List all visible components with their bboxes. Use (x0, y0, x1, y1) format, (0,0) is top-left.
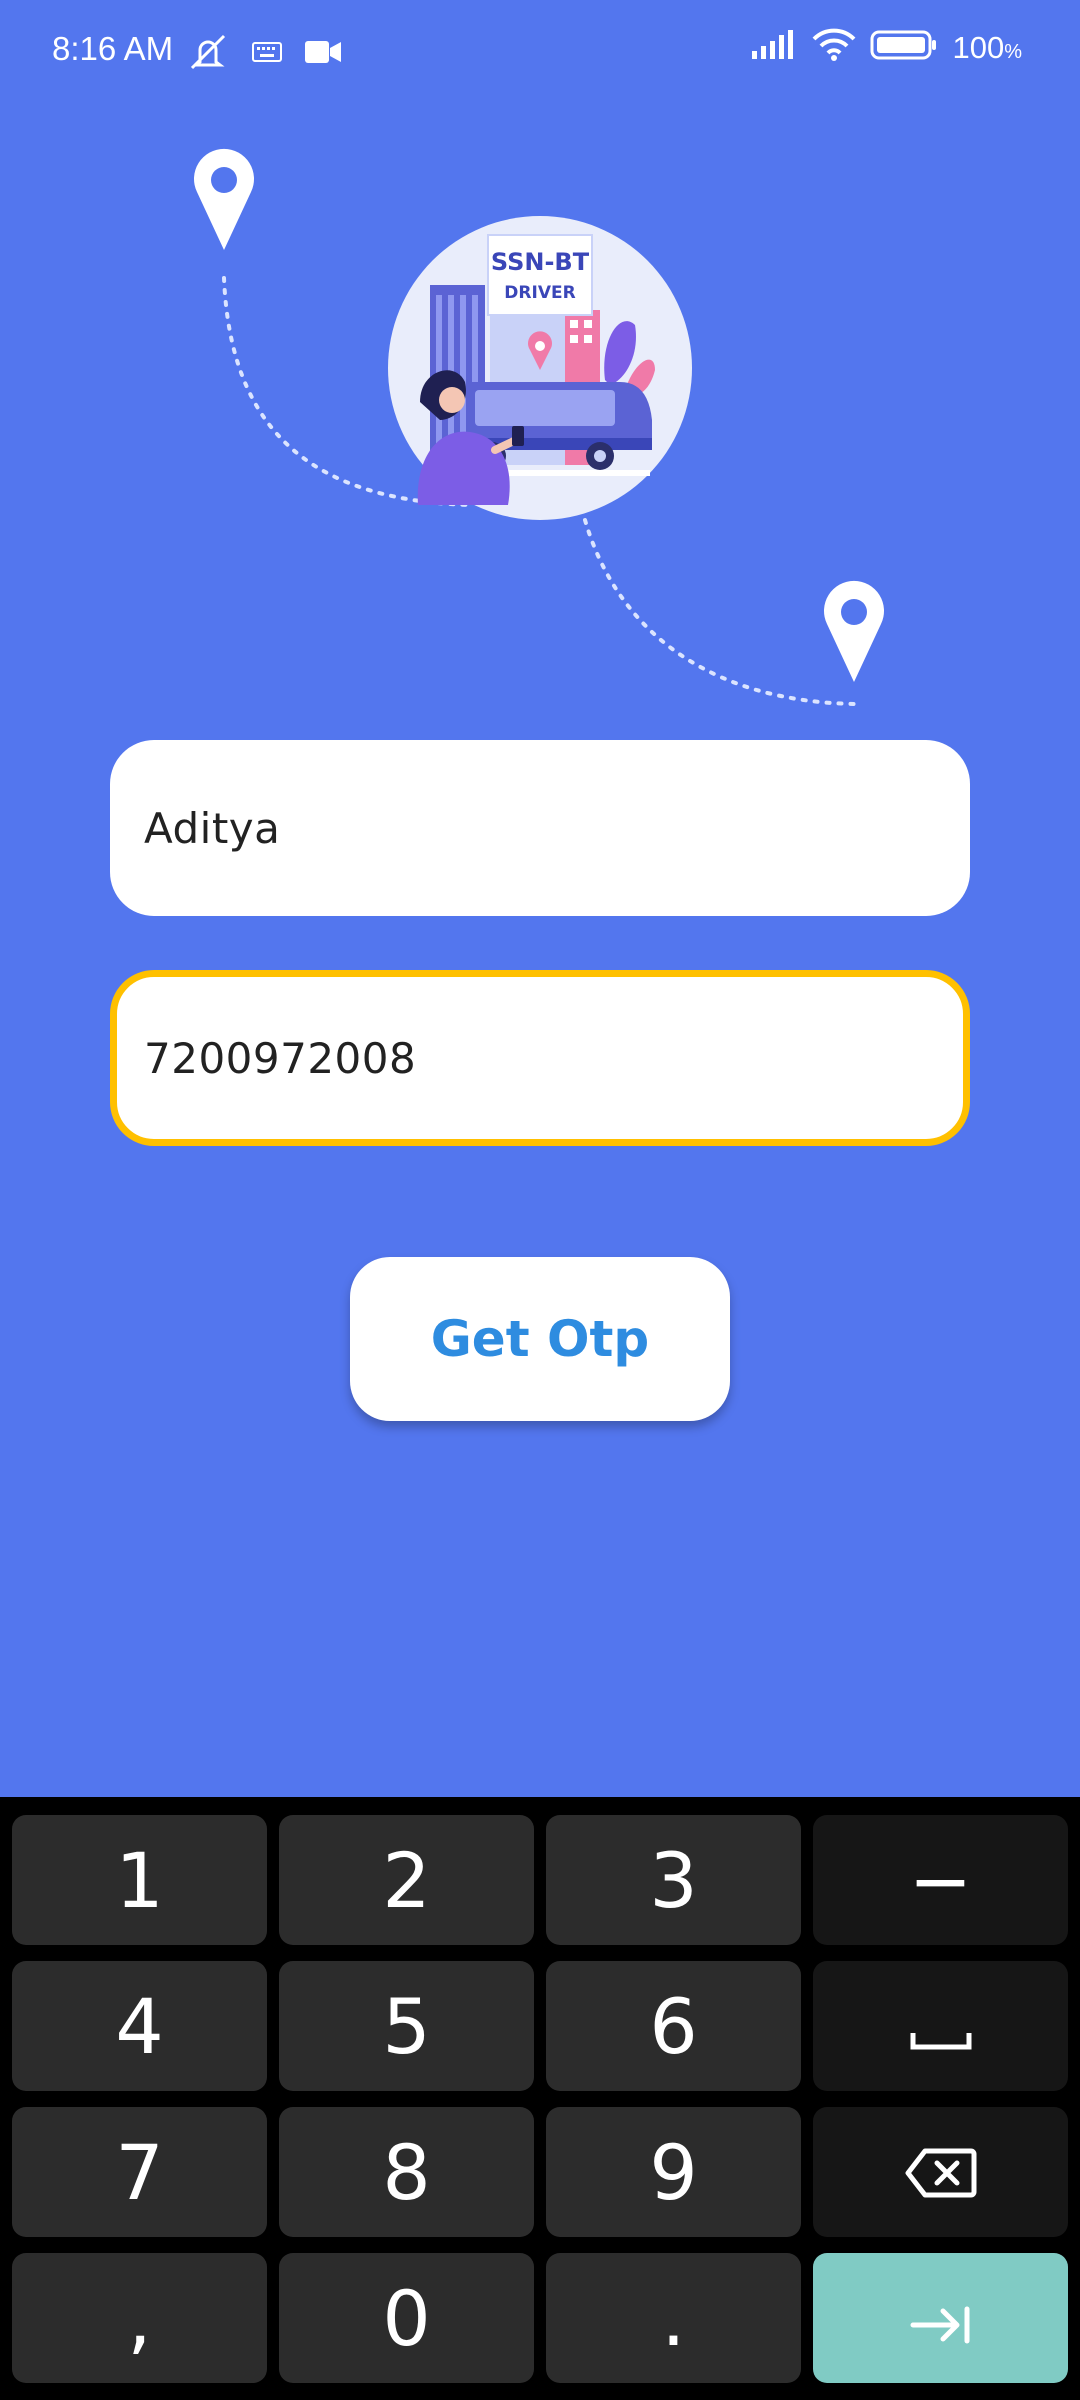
key-6[interactable]: 6 (546, 1961, 801, 2091)
key-comma[interactable]: , (12, 2253, 267, 2383)
key-1[interactable]: 1 (12, 1815, 267, 1945)
location-pin-icon (823, 580, 885, 682)
key-period[interactable]: . (546, 2253, 801, 2383)
status-bar: 8:16 AM 100% (0, 0, 1080, 104)
header-illustration: SSN-BT DRIVER (0, 120, 1080, 720)
key-5[interactable]: 5 (279, 1961, 534, 2091)
key-space[interactable] (813, 1961, 1068, 2091)
keyboard-icon (252, 41, 282, 68)
key-3[interactable]: 3 (546, 1815, 801, 1945)
backspace-icon (905, 2128, 977, 2217)
key-dash[interactable]: − (813, 1815, 1068, 1945)
battery-percent: 100% (952, 29, 1022, 65)
key-7[interactable]: 7 (12, 2107, 267, 2237)
phone-value: 7200972008 (144, 1033, 417, 1083)
logo-subtitle: DRIVER (504, 283, 575, 303)
phone-field[interactable]: 7200972008 (110, 970, 970, 1146)
key-0[interactable]: 0 (279, 2253, 534, 2383)
location-pin-icon (194, 148, 254, 250)
space-icon (910, 1982, 972, 2071)
key-9[interactable]: 9 (546, 2107, 801, 2237)
key-8[interactable]: 8 (279, 2107, 534, 2237)
key-4[interactable]: 4 (12, 1961, 267, 2091)
mute-icon (186, 32, 230, 77)
name-field[interactable]: Aditya (110, 740, 970, 916)
status-time: 8:16 AM (52, 30, 174, 67)
key-backspace[interactable] (813, 2107, 1068, 2237)
numeric-keyboard: 1 2 3 − 4 5 6 7 8 9 , 0 . (0, 1797, 1080, 2400)
wifi-icon (812, 28, 856, 67)
battery-icon (870, 29, 938, 66)
video-camera-icon (304, 38, 342, 71)
app-logo: SSN-BT DRIVER (388, 216, 692, 520)
key-next[interactable] (813, 2253, 1068, 2383)
get-otp-button[interactable]: Get Otp (350, 1257, 730, 1421)
name-value: Aditya (144, 803, 281, 853)
tab-next-icon (909, 2274, 973, 2363)
key-2[interactable]: 2 (279, 1815, 534, 1945)
logo-title: SSN-BT (491, 248, 590, 276)
signal-icon (750, 29, 798, 66)
